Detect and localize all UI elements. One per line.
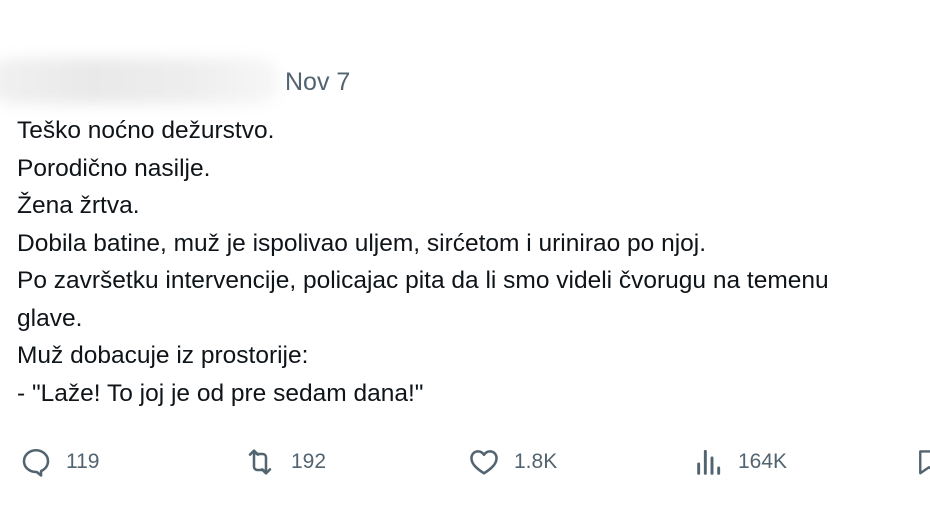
- reply-icon: [20, 446, 52, 478]
- heart-icon: [468, 446, 500, 478]
- tweet-text-line: Dobila batine, muž je ispolivao uljem, s…: [17, 229, 707, 257]
- tweet-text-line: Porodično nasilje.: [17, 154, 211, 182]
- tweet-text-line: Muž dobacuje iz prostorije:: [17, 342, 309, 369]
- tweet-text: Teško noćno dežurstvo. Porodično nasilje…: [17, 112, 930, 412]
- views-button[interactable]: 164K: [692, 440, 787, 484]
- tweet-card: Nov 7 Teško noćno dežurstvo. Porodično n…: [0, 0, 930, 525]
- bookmark-button[interactable]: [914, 440, 930, 484]
- tweet-text-line: glave.: [17, 304, 83, 332]
- like-count: 1.8K: [514, 450, 558, 473]
- like-button[interactable]: 1.8K: [468, 440, 557, 484]
- repost-count: 192: [291, 450, 327, 473]
- tweet-date[interactable]: Nov 7: [285, 66, 350, 98]
- reply-count: 119: [66, 450, 100, 473]
- reply-button[interactable]: 119: [20, 440, 99, 484]
- tweet-text-line: - "Laže! To joj je od pre sedam dana!": [17, 379, 424, 407]
- views-icon: [692, 446, 724, 478]
- bookmark-icon: [914, 446, 930, 478]
- tweet-text-line: Žena žrtva.: [17, 192, 140, 219]
- tweet-action-bar: 119 192 1.8K 164K: [0, 440, 930, 484]
- views-count: 164K: [738, 450, 788, 473]
- tweet-text-line: Teško noćno dežurstvo.: [17, 117, 275, 144]
- blurred-author-name: [0, 58, 280, 104]
- tweet-text-line: Po završetku intervencije, policajac pit…: [17, 267, 829, 294]
- repost-button[interactable]: 192: [243, 440, 326, 484]
- repost-icon: [243, 446, 277, 478]
